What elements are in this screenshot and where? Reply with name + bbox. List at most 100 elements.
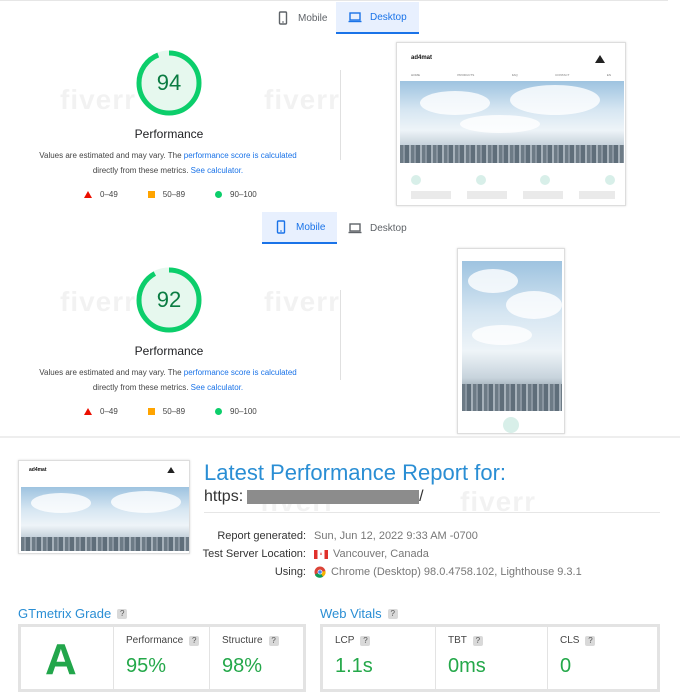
gtmetrix-grade-heading: GTmetrix Grade: [18, 606, 112, 621]
score-legend: 0–49 50–89 90–100: [84, 407, 257, 416]
legend-fail-label: 0–49: [100, 407, 118, 416]
preview-nav-item: HOME: [411, 73, 420, 77]
mobile-screenshot-preview: [457, 248, 565, 434]
using-text: Chrome (Desktop) 98.0.4758.102, Lighthou…: [331, 566, 582, 578]
thumbnail-logo-icon: [167, 467, 175, 473]
cls-label: CLS?: [560, 635, 596, 646]
tab-mobile-label: Mobile: [298, 12, 328, 24]
performance-title: Performance: [134, 344, 204, 358]
legend-average: 50–89: [147, 407, 186, 416]
feature-icon: [604, 175, 615, 185]
legend-fail: 0–49: [84, 407, 118, 416]
tab-mobile[interactable]: Mobile: [262, 212, 338, 244]
legend-pass: 90–100: [215, 407, 257, 416]
preview-hero-image: [462, 261, 562, 411]
legend-average-label: 50–89: [162, 190, 186, 199]
tbt-cell: TBT? 0ms: [435, 627, 547, 689]
structure-label-text: Structure: [222, 635, 263, 646]
feature-icon: [411, 175, 421, 185]
grade-letter: A: [45, 635, 77, 684]
performance-label: Performance?: [126, 635, 200, 646]
server-location-text: Vancouver, Canada: [333, 548, 429, 560]
help-icon[interactable]: ?: [117, 608, 128, 619]
preview-brand: ad4mat: [411, 55, 433, 61]
lcp-label-text: LCP: [335, 635, 355, 646]
tab-desktop[interactable]: Desktop: [336, 212, 419, 244]
see-calculator-link[interactable]: See calculator.: [191, 166, 243, 175]
fail-triangle-icon: [84, 191, 92, 198]
score-legend: 0–49 50–89 90–100: [84, 190, 257, 199]
url-suffix: /: [419, 488, 424, 505]
tab-mobile-label: Mobile: [296, 221, 326, 233]
performance-score: 92: [156, 287, 182, 312]
report-generated-text: Sun, Jun 12, 2022 9:33 AM -0700: [314, 530, 478, 542]
help-icon[interactable]: ?: [268, 635, 279, 646]
desktop-screenshot-preview: ad4mat HOME PRODUCTS FAQ CONTACT EN: [396, 42, 626, 206]
note-text: Values are estimated and may vary. The: [39, 368, 184, 377]
gtmetrix-site-thumbnail[interactable]: ad4mat: [18, 460, 190, 554]
legend-fail-label: 0–49: [100, 190, 118, 199]
mobile-phone-icon: [276, 220, 286, 234]
structure-value: 98%: [222, 655, 263, 677]
fail-triangle-icon: [84, 408, 92, 415]
feature-icon: [540, 175, 551, 185]
cls-label-text: CLS: [560, 635, 580, 646]
tbt-value: 0ms: [448, 655, 486, 677]
lcp-value: 1.1s: [335, 655, 373, 677]
chrome-icon: [314, 566, 326, 578]
structure-cell: Structure? 98%: [209, 627, 303, 689]
feature-icon: [503, 417, 519, 433]
note-text: Values are estimated and may vary. The: [39, 151, 184, 160]
score-calculated-link[interactable]: performance score is calculated: [184, 151, 297, 160]
performance-title: Performance: [134, 127, 204, 141]
help-icon[interactable]: ?: [472, 635, 483, 646]
report-generated-label: Report generated:: [217, 530, 306, 542]
legend-average-label: 50–89: [162, 407, 186, 416]
tbt-label-text: TBT: [448, 635, 467, 646]
gtmetrix-grade-box: A Performance? 95% Structure? 98%: [18, 624, 306, 692]
average-square-icon: [147, 191, 155, 198]
preview-nav-item: FAQ: [511, 73, 518, 77]
preview-features: [411, 175, 615, 185]
report-title: Latest Performance Report for:: [204, 460, 507, 485]
watermark: fiverr: [460, 486, 537, 517]
legend-pass-label: 90–100: [230, 190, 257, 199]
feature-icon: [475, 175, 486, 185]
performance-label-text: Performance: [126, 635, 184, 646]
performance-cell: Performance? 95%: [113, 627, 209, 689]
performance-gauge: 94: [134, 48, 204, 118]
gtmetrix-report: ad4mat fiverr fiverr Latest Performance …: [0, 436, 680, 692]
thumbnail-brand: ad4mat: [29, 467, 47, 473]
help-icon[interactable]: ?: [585, 635, 596, 646]
web-vitals-heading: Web Vitals: [320, 606, 382, 621]
note-text: directly from these metrics.: [92, 166, 191, 175]
lcp-label: LCP?: [335, 635, 371, 646]
legend-average: 50–89: [147, 190, 186, 199]
help-icon[interactable]: ?: [387, 608, 398, 619]
web-vitals-box: LCP? 1.1s TBT? 0ms CLS? 0: [320, 624, 660, 692]
tab-desktop[interactable]: Desktop: [336, 2, 419, 34]
server-location-value: Vancouver, Canada: [314, 548, 429, 560]
help-icon[interactable]: ?: [360, 635, 371, 646]
thumbnail-hero-image: [21, 487, 189, 551]
legend-pass-label: 90–100: [230, 407, 257, 416]
pass-circle-icon: [215, 408, 223, 415]
watermark: fiverr: [60, 286, 137, 317]
divider: [340, 70, 341, 160]
preview-nav-item: CONTACT: [555, 73, 570, 77]
note-text: directly from these metrics.: [92, 383, 191, 392]
average-square-icon: [147, 408, 155, 415]
help-icon[interactable]: ?: [189, 635, 200, 646]
structure-label: Structure?: [222, 635, 279, 646]
laptop-icon: [348, 223, 362, 234]
pass-circle-icon: [215, 191, 223, 198]
canada-flag-icon: [314, 549, 328, 559]
tab-mobile[interactable]: Mobile: [264, 2, 339, 34]
lcp-cell: LCP? 1.1s: [323, 627, 435, 689]
gtmetrix-grade-title: GTmetrix Grade ?: [18, 606, 128, 621]
metrics-note: Values are estimated and may vary. The p…: [18, 148, 318, 178]
see-calculator-link[interactable]: See calculator.: [191, 383, 243, 392]
score-calculated-link[interactable]: performance score is calculated: [184, 368, 297, 377]
web-vitals-title: Web Vitals ?: [320, 606, 398, 621]
performance-gauge: 92: [134, 265, 204, 335]
